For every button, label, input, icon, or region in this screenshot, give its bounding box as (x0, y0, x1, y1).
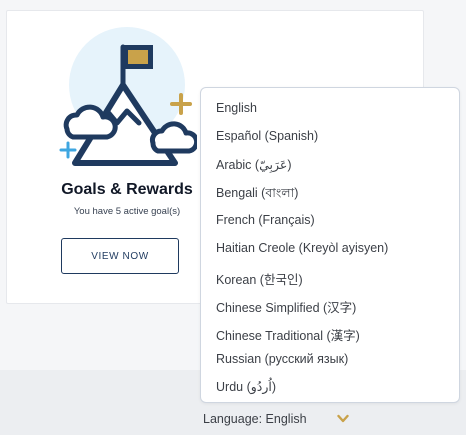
language-option-arabic[interactable]: Arabic (عَرَبِيّ) (216, 157, 292, 172)
language-dropdown-menu: English Español (Spanish) Arabic (عَرَبِ… (200, 87, 460, 403)
language-option-urdu[interactable]: Urdu (اُردُو) (216, 379, 276, 394)
language-option-english[interactable]: English (216, 101, 257, 115)
mountain-flag-icon (59, 27, 197, 166)
language-option-korean[interactable]: Korean (한국인) (216, 269, 303, 288)
language-option-chinese-simplified[interactable]: Chinese Simplified (汉字) (216, 297, 356, 316)
language-option-spanish[interactable]: Español (Spanish) (216, 129, 318, 143)
language-option-french[interactable]: French (Français) (216, 213, 315, 227)
language-option-bengali[interactable]: Bengali (বাংলা) (216, 185, 298, 205)
language-selector[interactable]: Language: English (203, 412, 307, 426)
language-option-russian[interactable]: Russian (русский язык) (216, 352, 348, 366)
language-option-chinese-traditional[interactable]: Chinese Traditional (漢字) (216, 325, 360, 344)
language-option-haitian-creole[interactable]: Haitian Creole (Kreyòl ayisyen) (216, 241, 388, 255)
chevron-down-icon[interactable] (337, 414, 349, 424)
view-now-button[interactable]: VIEW NOW (61, 238, 179, 274)
